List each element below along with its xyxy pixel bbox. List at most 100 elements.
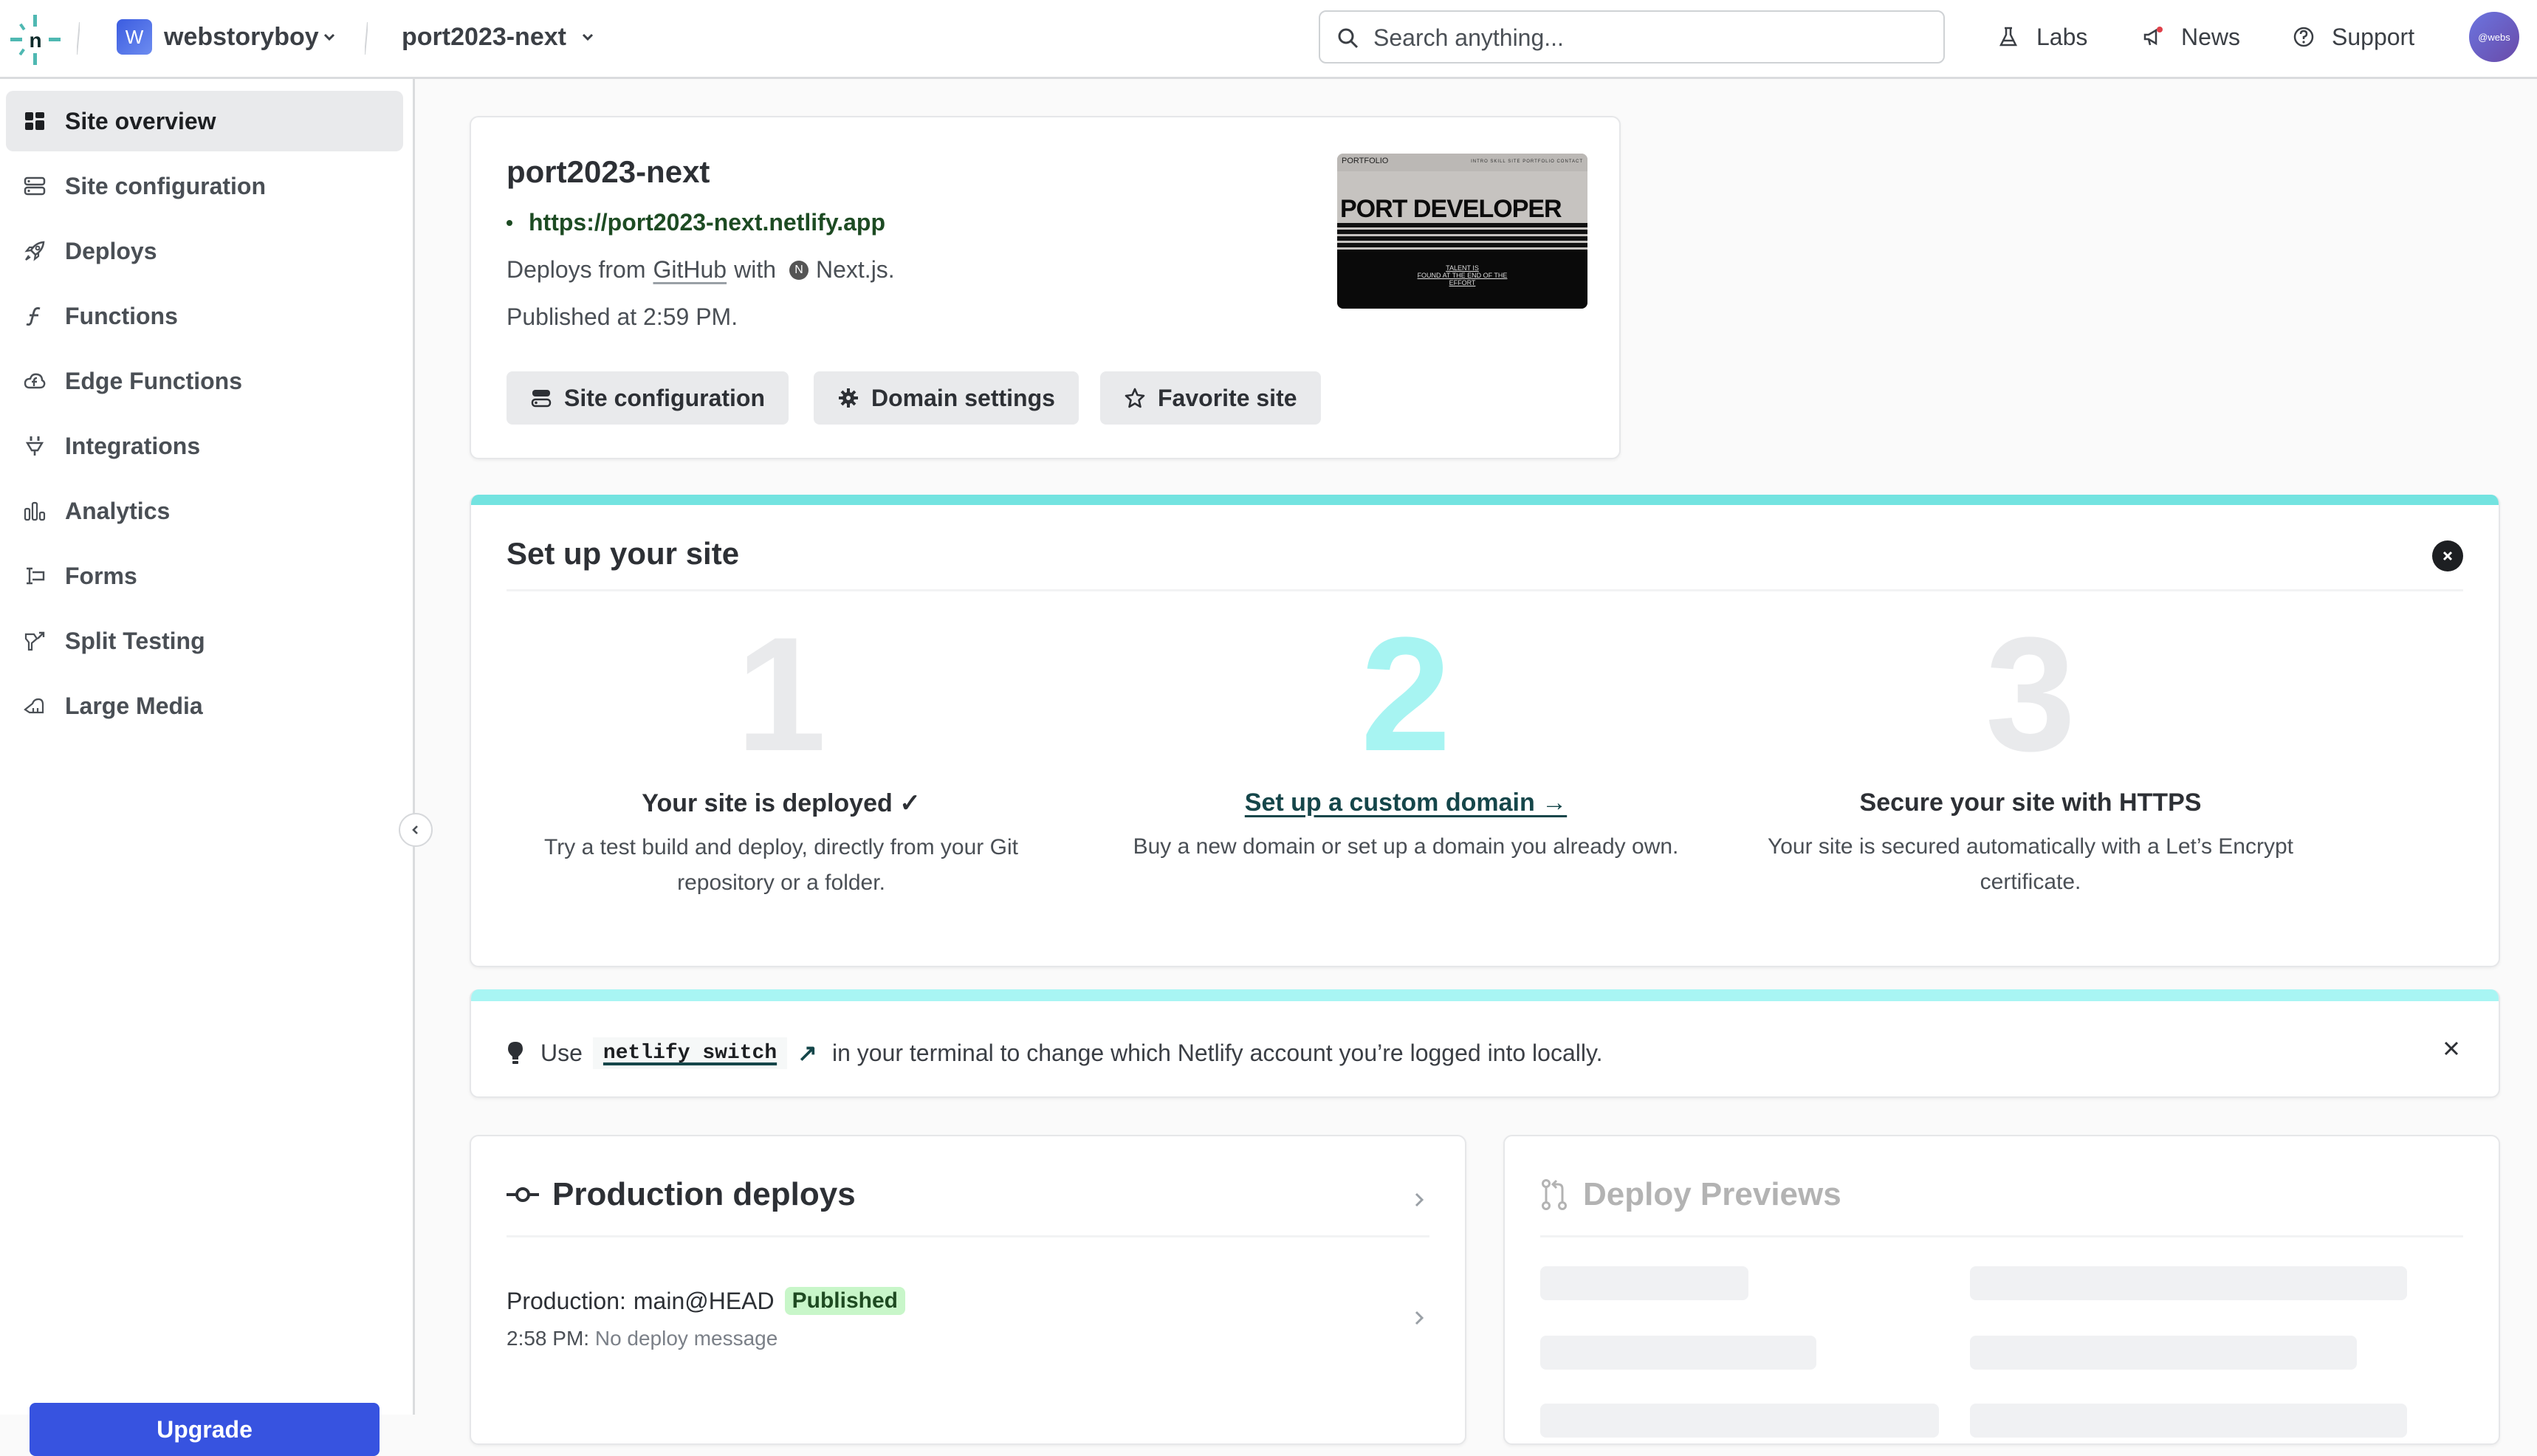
sidebar-item-label: Integrations [65,432,201,459]
collapse-sidebar-button[interactable] [399,813,433,847]
upgrade-button[interactable]: Upgrade [30,1403,380,1456]
divider [507,589,2463,591]
chevron-right-icon[interactable] [1412,1308,1427,1328]
sidebar-item-label: Analytics [65,497,171,524]
deploy-previews-card: Deploy Previews [1503,1135,2500,1445]
site-title: port2023-next [507,154,710,189]
site-summary-card: port2023-next https://port2023-next.netl… [470,116,1621,459]
sidebar-item-edge-functions[interactable]: Edge Functions [6,351,403,411]
search-input[interactable] [1373,21,1920,55]
team-name[interactable]: webstoryboy [164,19,319,55]
card-title: Deploy Previews [1583,1176,1841,1212]
sidebar-item-label: Edge Functions [65,367,242,394]
production-deploys-card: Production deploys Production: main@HEAD… [470,1135,1466,1445]
production-deploys-title[interactable]: Production deploys [507,1176,856,1213]
site-name[interactable]: port2023-next [402,19,566,55]
framework-name: Next.js. [816,256,895,283]
cli-tip-banner: Use netlify switch ↗ in your terminal to… [470,989,2500,1098]
sidebar-item-label: Large Media [65,692,203,719]
megaphone-icon [2143,27,2163,46]
sidebar-item-large-media[interactable]: Large Media [6,676,403,736]
deploy-previews-title: Deploy Previews [1540,1176,1841,1213]
sidebar-item-integrations[interactable]: Integrations [6,416,403,476]
deploy-meta: 2:58 PM: No deploy message [507,1327,777,1350]
deploys-with: with [734,256,776,283]
site-url-row: https://port2023-next.netlify.app [507,209,885,236]
custom-domain-link[interactable]: Set up a custom domain → [1245,789,1567,817]
published-time: Published at 2:59 PM. [507,303,738,330]
divider [1540,1235,2463,1237]
domain-settings-button[interactable]: Domain settings [814,371,1079,425]
loading-skeleton [1540,1404,1939,1438]
site-thumbnail[interactable]: PORTFOLIO INTRO SKILL SITE PORTFOLIO CON… [1337,154,1587,309]
site-configuration-button[interactable]: Site configuration [507,371,789,425]
sidebar-item-label: Site overview [65,107,216,134]
sidebar-item-site-overview[interactable]: Site overview [6,91,403,151]
sidebar-item-functions[interactable]: Functions [6,286,403,346]
help-circle-icon [2293,27,2314,47]
dismiss-setup-button[interactable] [2432,540,2463,571]
favorite-site-button[interactable]: Favorite site [1100,371,1321,425]
deploy-row[interactable]: Production: main@HEAD Published [507,1287,905,1315]
deploy-context: Production: [507,1287,626,1314]
news-link[interactable]: News [2141,19,2240,55]
sidebar-item-deploys[interactable]: Deploys [6,221,403,281]
divider [507,1235,1429,1237]
split-icon [24,631,45,651]
netlify-logo-icon[interactable]: n [10,15,61,65]
chevron-down-icon[interactable] [580,30,595,44]
step-description: Your site is secured automatically with … [1767,834,2294,894]
support-link[interactable]: Support [2292,19,2414,55]
tagline-line: TALENT IS [1446,264,1479,272]
chevron-left-icon [412,825,418,834]
loading-skeleton [1970,1404,2407,1438]
sidebar-item-analytics[interactable]: Analytics [6,481,403,541]
sidebar-item-label: Split Testing [65,627,205,654]
support-label: Support [2332,23,2415,50]
setup-step-1: 1 Your site is deployed ✓ Try a test bui… [486,603,1077,901]
netlify-switch-command-link[interactable]: netlify switch [592,1037,788,1069]
sidebar-item-forms[interactable]: Forms [6,546,403,606]
sidebar-item-label: Site configuration [65,172,266,199]
step-number: 1 [735,603,827,785]
plug-icon [25,436,44,456]
bar-chart-icon [24,501,46,521]
deploy-message: No deploy message [594,1327,778,1350]
commit-icon [507,1187,539,1202]
loading-skeleton [1970,1266,2407,1300]
close-icon[interactable] [2440,1037,2463,1060]
svg-text:n: n [29,29,41,52]
site-url-link[interactable]: https://port2023-next.netlify.app [529,209,885,236]
tip-suffix: in your terminal to change which Netlify… [831,1039,1603,1066]
chevron-right-icon[interactable] [1412,1189,1427,1210]
accent-bar [471,989,2499,1001]
tagline-line: FOUND AT THE END OF THE [1417,272,1508,279]
team-avatar[interactable]: W [117,19,152,55]
thumbnail-stripes [1337,223,1587,253]
tagline-line: EFFORT [1449,279,1476,286]
step-description: Buy a new domain or set up a domain you … [1133,834,1679,859]
flask-icon [1999,27,2018,47]
sidebar-item-label: Forms [65,562,137,589]
github-link[interactable]: GitHub [653,256,727,284]
labs-link[interactable]: Labs [1997,19,2087,55]
step-number: 2 [1360,603,1452,785]
pull-request-icon [1542,1179,1567,1210]
search-box[interactable] [1319,10,1945,63]
user-avatar[interactable]: @webs [2469,12,2519,62]
setup-title: Set up your site [507,536,740,571]
button-label: Favorite site [1158,384,1297,411]
step-title: Secure your site with HTTPS [1859,789,2202,817]
thumbnail-nav-links: INTRO SKILL SITE PORTFOLIO CONTACT [1471,159,1583,164]
cloud-function-icon [24,373,46,389]
external-link-icon: ↗ [797,1040,817,1066]
sidebar-item-split-testing[interactable]: Split Testing [6,611,403,671]
status-badge: Published [784,1287,905,1315]
sidebar-item-site-configuration[interactable]: Site configuration [6,156,403,216]
loading-skeleton [1540,1266,1748,1300]
setup-step-2: 2 Set up a custom domain → Buy a new dom… [1110,603,1701,865]
function-icon [26,307,41,326]
chevron-down-icon[interactable] [322,30,337,44]
setup-step-3: 3 Secure your site with HTTPS Your site … [1735,613,2326,900]
nextjs-icon: N [789,260,809,280]
